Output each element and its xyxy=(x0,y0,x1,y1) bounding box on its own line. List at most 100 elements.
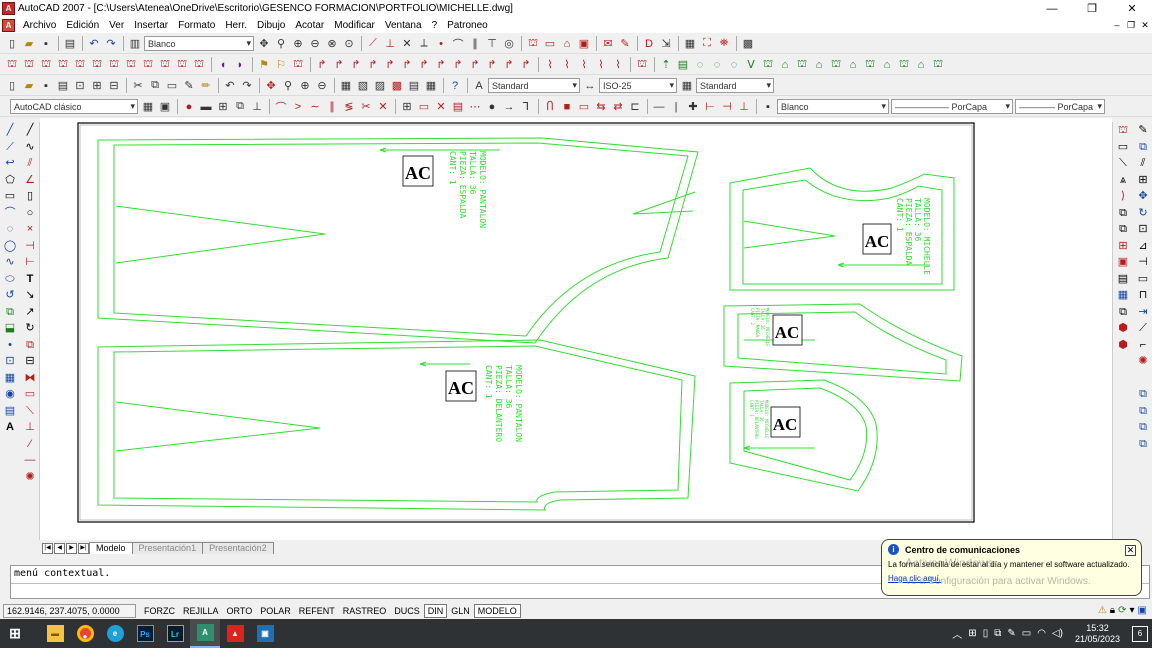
button-tool-icon[interactable]: Ⴖ xyxy=(542,99,558,115)
spline-tool-icon[interactable]: ∼ xyxy=(307,99,323,115)
plot-icon[interactable]: ▤ xyxy=(55,78,71,94)
clipboard-tray-icon[interactable]: ⧉ xyxy=(994,628,1001,639)
green-tool-12-icon[interactable]: ⌂ xyxy=(845,57,861,73)
mtext-icon[interactable]: T xyxy=(22,271,38,287)
calc-icon[interactable]: ▦ xyxy=(423,78,439,94)
pattern-tool-11-icon[interactable]: ⛫ xyxy=(174,57,190,73)
tool-palettes-icon[interactable]: ▨ xyxy=(372,78,388,94)
break-r-icon[interactable]: ⊓ xyxy=(1135,287,1151,303)
markup-icon[interactable]: ▤ xyxy=(406,78,422,94)
pattern-tool-3-icon[interactable]: ⛫ xyxy=(38,57,54,73)
explode-icon[interactable]: ✺ xyxy=(22,469,38,485)
pattern-edit-icon[interactable]: ✎ xyxy=(617,36,633,52)
dim-style-combo[interactable]: ISO-25 xyxy=(599,78,677,93)
print-icon[interactable]: ▤ xyxy=(62,36,78,52)
pattern-r3-icon[interactable]: ⟍ xyxy=(1115,155,1131,171)
fill-tool-icon[interactable]: ■ xyxy=(559,99,575,115)
green-tool-16-icon[interactable]: ⌂ xyxy=(913,57,929,73)
array-icon[interactable]: ∠ xyxy=(22,172,38,188)
text-style-combo[interactable]: Standard xyxy=(488,78,580,93)
balloon-link[interactable]: Haga clic aquí. xyxy=(888,574,1135,583)
preview-icon[interactable]: ⊡ xyxy=(72,78,88,94)
taskbar-acrobat[interactable]: ▲ xyxy=(220,619,250,648)
ellipse-icon[interactable]: ◯ xyxy=(2,238,18,254)
scale-r-icon[interactable]: ⊡ xyxy=(1135,221,1151,237)
rotate-tool-icon[interactable]: ⇄ xyxy=(610,99,626,115)
green-tool-1-icon[interactable]: ⇡ xyxy=(658,57,674,73)
pattern-curve-12-icon[interactable]: ↱ xyxy=(501,57,517,73)
break-icon[interactable]: ⁄ xyxy=(22,436,38,452)
taskbar-lightroom[interactable]: Lr xyxy=(160,619,190,648)
pattern-curve-4-icon[interactable]: ↱ xyxy=(365,57,381,73)
doc-restore-button[interactable]: ❐ xyxy=(1124,20,1138,31)
pattern-shape-5-icon[interactable]: ⌇ xyxy=(610,57,626,73)
maximize-button[interactable]: ❐ xyxy=(1072,0,1112,17)
document-icon[interactable]: A xyxy=(2,18,15,32)
pattern-r12-icon[interactable]: ⧉ xyxy=(1115,304,1131,320)
pattern-curve-8-icon[interactable]: ↱ xyxy=(433,57,449,73)
volume-tray-icon[interactable]: ◁) xyxy=(1052,628,1063,639)
balloon-close-button[interactable]: ✕ xyxy=(1125,545,1136,556)
zoom-extents-icon[interactable]: ⊗ xyxy=(324,36,340,52)
hatch-tool-icon[interactable]: ▤ xyxy=(450,99,466,115)
zoom-previous-icon[interactable]: ⊖ xyxy=(307,36,323,52)
offset-r-icon[interactable]: ⊞ xyxy=(1135,172,1151,188)
pattern-r1-icon[interactable]: ⛫ xyxy=(1115,122,1131,138)
workspace-settings-icon[interactable]: ▦ xyxy=(140,99,156,115)
pattern-curve-5-icon[interactable]: ↱ xyxy=(382,57,398,73)
last-tab-button[interactable]: ▶| xyxy=(78,543,89,554)
sync-tray-icon[interactable]: ⟳ xyxy=(1118,605,1126,616)
pattern-shape-3-icon[interactable]: ⌇ xyxy=(576,57,592,73)
erase-icon[interactable]: ✎ xyxy=(1135,122,1151,138)
region-icon[interactable]: ⊡ xyxy=(2,353,18,369)
stretch-r-icon[interactable]: ⊿ xyxy=(1135,238,1151,254)
snap-perpendicular-icon[interactable]: ⊥ xyxy=(382,36,398,52)
pen-tray-icon[interactable]: ✎ xyxy=(1007,628,1015,639)
move-icon[interactable]: ▯ xyxy=(22,188,38,204)
status-rastreo[interactable]: RASTREO xyxy=(339,604,391,618)
scale-icon[interactable]: ▭ xyxy=(22,386,38,402)
pattern-purple-1-icon[interactable]: ◖ xyxy=(215,57,231,73)
pattern-shape-2-icon[interactable]: ⌇ xyxy=(559,57,575,73)
zoom-realtime-icon[interactable]: ⚲ xyxy=(273,36,289,52)
revcloud-icon[interactable]: ◌ xyxy=(2,221,18,237)
status-modelo[interactable]: MODELO xyxy=(473,603,521,618)
dot-icon[interactable]: • xyxy=(2,337,18,353)
green-tool-3-icon[interactable]: ◌ xyxy=(692,57,708,73)
zigzag-tool-icon[interactable]: ≶ xyxy=(341,99,357,115)
snap-line-icon[interactable]: ⟋ xyxy=(365,36,381,52)
pattern-red-1-icon[interactable]: ⛫ xyxy=(290,57,306,73)
save-as-icon[interactable]: ▪ xyxy=(38,78,54,94)
pattern-tool-10-icon[interactable]: ⛫ xyxy=(157,57,173,73)
text-icon[interactable]: A xyxy=(2,419,18,435)
green-tool-8-icon[interactable]: ⌂ xyxy=(777,57,793,73)
extend-r-icon[interactable]: ▭ xyxy=(1135,271,1151,287)
pan2-icon[interactable]: ✥ xyxy=(263,78,279,94)
snap-insert-icon[interactable]: ⊤ xyxy=(484,36,500,52)
menu-ver[interactable]: Ver xyxy=(104,20,129,31)
marker-tool-icon[interactable]: ⊥ xyxy=(736,99,752,115)
paste-icon[interactable]: ▭ xyxy=(164,78,180,94)
warning-tray-icon[interactable]: ⚠ xyxy=(1098,605,1107,616)
pan-icon[interactable]: ✥ xyxy=(256,36,272,52)
snap-extension-icon[interactable]: ⟂ xyxy=(416,36,432,52)
doc-minimize-button[interactable]: – xyxy=(1110,20,1124,31)
cross-tool-icon[interactable]: ✕ xyxy=(375,99,391,115)
properties2-icon[interactable]: ▦ xyxy=(338,78,354,94)
dxf-icon[interactable]: D xyxy=(641,36,657,52)
new-icon[interactable]: ▯ xyxy=(4,78,20,94)
polyline-tool-icon[interactable]: ⊥ xyxy=(249,99,265,115)
tray-menu-icon[interactable]: ▾ xyxy=(1130,605,1135,616)
pattern-cut-icon[interactable]: ⛯ xyxy=(716,36,732,52)
circle-icon[interactable]: ○ xyxy=(22,205,38,221)
snap-parallel-icon[interactable]: ∥ xyxy=(467,36,483,52)
insert-block-icon[interactable]: ∿ xyxy=(2,254,18,270)
point-icon[interactable]: × xyxy=(22,221,38,237)
copy-icon[interactable]: ⧉ xyxy=(147,78,163,94)
green-tool-7-icon[interactable]: ⛫ xyxy=(760,57,776,73)
redo-icon[interactable]: ↷ xyxy=(103,36,119,52)
green-tool-2-icon[interactable]: ▤ xyxy=(675,57,691,73)
ruler-tool-icon[interactable]: ⊏ xyxy=(627,99,643,115)
pattern-curve-10-icon[interactable]: ↱ xyxy=(467,57,483,73)
status-rejilla[interactable]: REJILLA xyxy=(179,604,223,618)
